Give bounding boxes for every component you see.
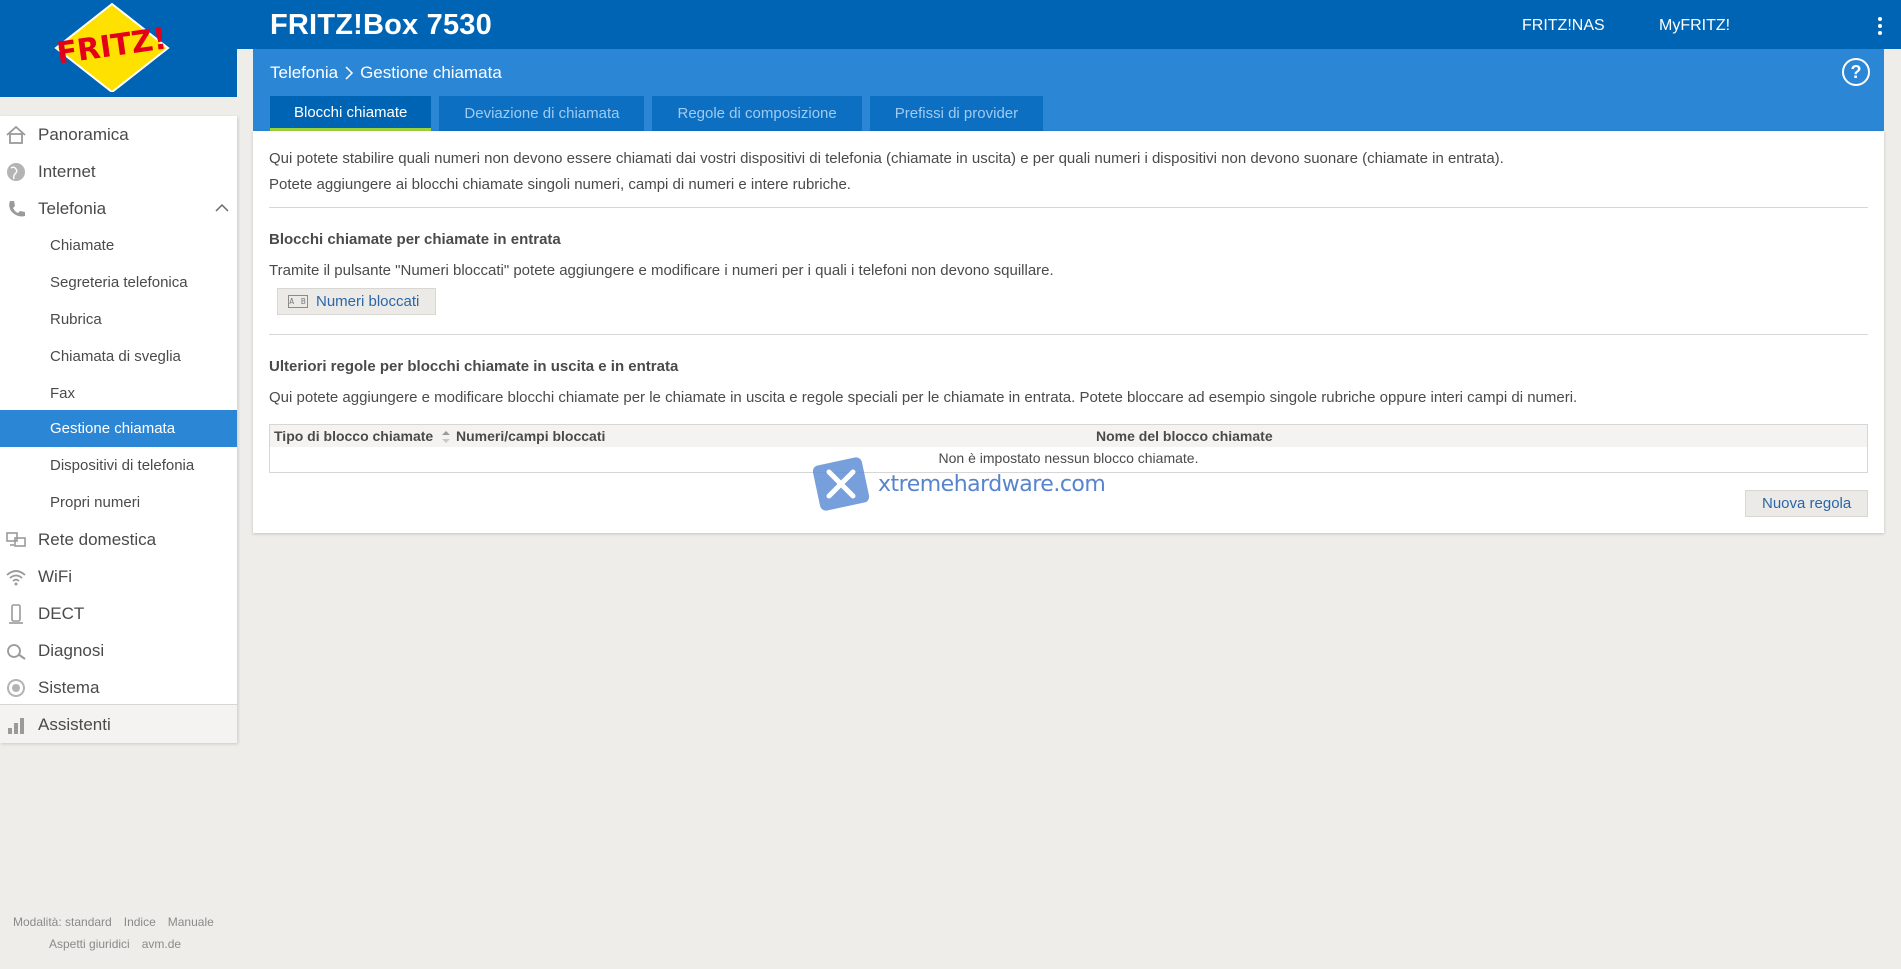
tab-blocchi-chiamate[interactable]: Blocchi chiamate xyxy=(270,96,432,131)
new-rule-button[interactable]: Nuova regola xyxy=(1745,490,1869,517)
sidebar-item-rete-domestica[interactable]: Rete domestica xyxy=(0,521,237,558)
blocked-numbers-label: Numeri bloccati xyxy=(316,293,420,310)
footer-legal-link[interactable]: Aspetti giuridici xyxy=(49,937,130,951)
myfritz-link[interactable]: MyFRITZ! xyxy=(1659,17,1730,35)
network-icon xyxy=(6,531,26,547)
footer-mode-link[interactable]: Modalità: standard xyxy=(13,915,112,929)
tab-prefissi-di-provider[interactable]: Prefissi di provider xyxy=(869,96,1044,131)
chevron-right-icon xyxy=(345,66,354,80)
product-title: FRITZ!Box 7530 xyxy=(270,9,492,41)
help-icon[interactable]: ? xyxy=(1842,58,1870,86)
sidebar-subitem-fax[interactable]: Fax xyxy=(0,375,237,412)
sidebar-item-telefonia[interactable]: Telefonia xyxy=(0,190,237,227)
tab-bar: Blocchi chiamate Deviazione di chiamata … xyxy=(270,96,1044,131)
wizard-icon xyxy=(8,717,24,734)
divider xyxy=(269,334,1868,335)
watermark-text: xtremehardware.com xyxy=(878,471,1106,497)
system-icon xyxy=(7,678,25,697)
sidebar-item-dect[interactable]: DECT xyxy=(0,595,237,632)
globe-icon xyxy=(7,162,25,181)
table-header: Tipo di blocco chiamate Numeri/campi blo… xyxy=(270,425,1867,447)
footer-manual-link[interactable]: Manuale xyxy=(168,915,214,929)
intro-line-2: Potete aggiungere ai blocchi chiamate si… xyxy=(269,176,851,193)
sidebar-subitem-propri-numeri[interactable]: Propri numeri xyxy=(0,484,237,521)
sidebar-subitem-chiamata-di-sveglia[interactable]: Chiamata di sveglia xyxy=(0,338,237,375)
fritznas-link[interactable]: FRITZ!NAS xyxy=(1522,17,1605,35)
sidebar-subitem-rubrica[interactable]: Rubrica xyxy=(0,301,237,338)
home-icon xyxy=(6,125,26,144)
divider xyxy=(269,207,1868,208)
intro-text: Qui potete stabilire quali numeri non de… xyxy=(269,146,1504,198)
sidebar-subitem-dispositivi-di-telefonia[interactable]: Dispositivi di telefonia xyxy=(0,447,237,484)
sidebar-item-wifi[interactable]: WiFi xyxy=(0,558,237,595)
sidebar-item-assistenti[interactable]: Assistenti xyxy=(0,706,237,743)
tab-regole-di-composizione[interactable]: Regole di composizione xyxy=(652,96,862,131)
sidebar-item-panoramica[interactable]: Panoramica xyxy=(0,116,237,153)
rules-section-text: Qui potete aggiungere e modificare blocc… xyxy=(269,389,1578,406)
footer-row-1: Modalità: standard Indice Manuale xyxy=(13,915,214,929)
blocked-numbers-button[interactable]: A B Numeri bloccati xyxy=(277,288,437,315)
tab-deviazione-di-chiamata[interactable]: Deviazione di chiamata xyxy=(439,96,645,131)
breadcrumb-band: Telefonia Gestione chiamata ? Blocchi ch… xyxy=(253,49,1884,131)
footer-row-2: Aspetti giuridici avm.de xyxy=(49,937,181,951)
sidebar-subitem-segreteria-telefonica[interactable]: Segreteria telefonica xyxy=(0,264,237,301)
sidebar: Panoramica Internet Telefonia Chiamate S… xyxy=(0,116,237,743)
watermark-logo-icon xyxy=(812,457,870,511)
breadcrumb-parent[interactable]: Telefonia xyxy=(270,63,338,83)
fritz-logo[interactable]: FRITZ! xyxy=(52,2,172,92)
incoming-section-text: Tramite il pulsante "Numeri bloccati" po… xyxy=(269,262,1054,279)
footer-avm-link[interactable]: avm.de xyxy=(142,937,181,951)
wifi-icon xyxy=(6,569,26,585)
watermark: xtremehardware.com xyxy=(810,455,1106,513)
chevron-up-icon[interactable] xyxy=(215,201,229,215)
column-header-numbers: Numeri/campi bloccati xyxy=(456,428,606,444)
sidebar-item-sistema[interactable]: Sistema xyxy=(0,669,237,706)
sort-icon[interactable] xyxy=(441,430,451,444)
sidebar-item-internet[interactable]: Internet xyxy=(0,153,237,190)
sidebar-subitem-gestione-chiamata[interactable]: Gestione chiamata xyxy=(0,410,237,447)
logo-area: FRITZ! xyxy=(0,0,237,97)
rules-section-title: Ulteriori regole per blocchi chiamate in… xyxy=(269,358,679,375)
breadcrumb-current: Gestione chiamata xyxy=(360,63,502,82)
sidebar-item-diagnosi[interactable]: Diagnosi xyxy=(0,632,237,669)
dect-icon xyxy=(9,603,23,624)
column-header-type[interactable]: Tipo di blocco chiamate xyxy=(274,428,451,444)
diagnosis-icon xyxy=(7,643,26,660)
intro-line-1: Qui potete stabilire quali numeri non de… xyxy=(269,150,1504,167)
address-book-icon: A B xyxy=(288,295,308,308)
incoming-section-title: Blocchi chiamate per chiamate in entrata xyxy=(269,231,561,248)
phone-icon xyxy=(9,200,25,216)
footer-index-link[interactable]: Indice xyxy=(124,915,156,929)
more-menu-icon[interactable] xyxy=(1872,14,1888,38)
column-header-name: Nome del blocco chiamate xyxy=(1096,428,1273,444)
breadcrumb: Telefonia Gestione chiamata xyxy=(270,63,502,83)
svg-text:FRITZ!: FRITZ! xyxy=(55,21,169,71)
sidebar-subitem-chiamate[interactable]: Chiamate xyxy=(0,227,237,264)
